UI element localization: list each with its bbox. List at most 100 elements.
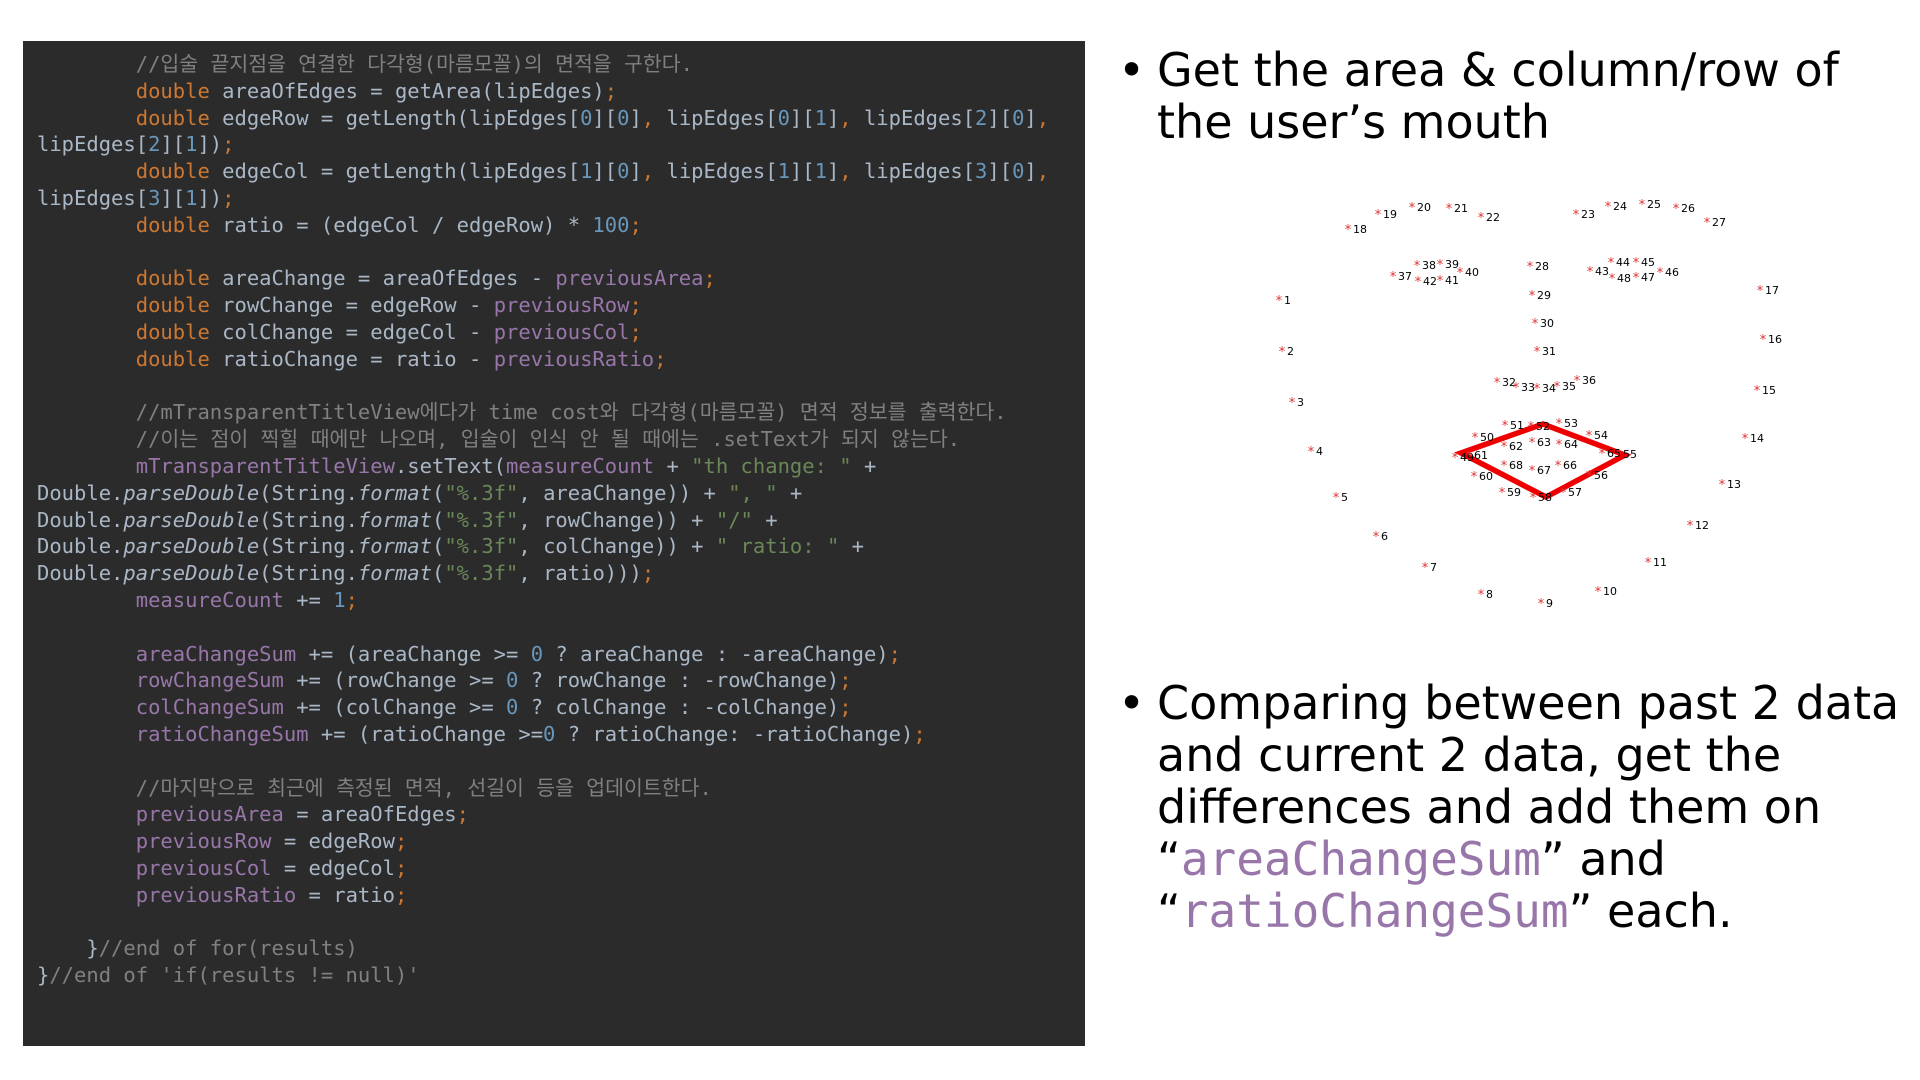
- code-token: 0: [506, 668, 519, 693]
- landmark-marker-icon: *: [1742, 432, 1749, 447]
- code-token: += (colChange >=: [283, 695, 507, 720]
- landmark-marker-icon: *: [1574, 374, 1581, 389]
- landmark-marker-icon: *: [1757, 284, 1764, 299]
- landmark-point: * 36: [1574, 374, 1596, 389]
- landmark-marker-icon: *: [1633, 271, 1640, 286]
- landmark-marker-icon: *: [1499, 486, 1506, 501]
- landmark-point: * 64: [1556, 438, 1578, 453]
- landmark-label: 2: [1287, 345, 1294, 358]
- code-line: double edgeCol = getLength(lipEdges[1][0…: [37, 159, 1049, 183]
- bullet-line: Comparing between past 2 data: [1157, 676, 1900, 730]
- landmark-label: 6: [1381, 530, 1388, 543]
- term-ratio-change-sum: ratioChangeSum: [1180, 884, 1569, 938]
- landmark-label: 27: [1712, 216, 1726, 229]
- landmark-label: 14: [1750, 432, 1764, 445]
- code-token: 3: [975, 159, 988, 184]
- landmark-label: 1: [1284, 294, 1291, 307]
- landmark-point: * 68: [1501, 459, 1523, 474]
- code-line: double ratioChange = ratio - previousRat…: [37, 346, 667, 371]
- code-token: ,: [518, 561, 531, 586]
- code-token: ;: [839, 668, 852, 693]
- code-line: //입술 끝지점을 연결한 다각형(마름모꼴)의 면적을 구한다.: [37, 52, 693, 76]
- landmark-marker-icon: *: [1279, 345, 1286, 360]
- landmark-marker-icon: *: [1494, 376, 1501, 391]
- landmark-marker-icon: *: [1556, 438, 1563, 453]
- code-token: ;: [604, 78, 618, 103]
- landmark-marker-icon: *: [1502, 419, 1509, 434]
- landmark-point: * 19: [1375, 208, 1397, 223]
- landmark-label: 28: [1535, 260, 1549, 273]
- landmark-marker-icon: *: [1333, 491, 1340, 506]
- landmark-marker-icon: *: [1608, 256, 1615, 271]
- landmark-marker-icon: *: [1639, 198, 1646, 213]
- code-token: 0: [580, 105, 593, 130]
- code-token: += (rowChange >=: [283, 668, 507, 693]
- landmark-label: 3: [1297, 396, 1304, 409]
- landmark-point: * 38: [1414, 259, 1436, 274]
- code-token: "%.3f": [444, 480, 519, 505]
- landmark-label: 18: [1353, 223, 1367, 236]
- code-line: }//end of 'if(results != null)': [37, 963, 420, 987]
- code-token: ;: [654, 346, 667, 371]
- bullet-line: differences and add them on: [1157, 780, 1822, 834]
- landmark-point: * 25: [1639, 198, 1661, 213]
- landmark-marker-icon: *: [1586, 469, 1593, 484]
- landmark-marker-icon: *: [1373, 530, 1380, 545]
- code-token: ;: [629, 319, 642, 344]
- code-token: (: [431, 561, 445, 586]
- landmark-label: 67: [1537, 464, 1551, 477]
- code-token: "th change: ": [691, 453, 852, 478]
- code-token: " ratio: ": [715, 534, 840, 559]
- landmark-point: * 46: [1657, 266, 1679, 281]
- code-token: +: [777, 480, 803, 505]
- landmark-marker-icon: *: [1645, 556, 1652, 571]
- code-token: //end of for(results): [98, 936, 358, 961]
- landmark-marker-icon: *: [1754, 384, 1761, 399]
- code-line: previousRatio = ratio;: [37, 883, 408, 907]
- open-quote: “: [1157, 884, 1181, 938]
- code-line: previousRow = edgeRow;: [37, 829, 408, 854]
- code-line: }//end of for(results): [37, 936, 358, 960]
- code-token: measureCount: [506, 453, 655, 478]
- code-token: previousRow: [135, 829, 272, 854]
- code-token: ,: [641, 159, 655, 184]
- landmark-label: 58: [1538, 491, 1552, 504]
- code-token: double: [135, 319, 210, 344]
- code-token: double: [135, 266, 210, 291]
- code-token: ][: [160, 132, 186, 157]
- landmark-marker-icon: *: [1586, 429, 1593, 444]
- landmark-point: * 2: [1279, 345, 1294, 360]
- landmark-label: 54: [1594, 429, 1608, 442]
- code-panel: //입술 끝지점을 연결한 다각형(마름모꼴)의 면적을 구한다. double…: [23, 41, 1085, 1046]
- landmark-marker-icon: *: [1390, 270, 1397, 285]
- landmark-marker-icon: *: [1276, 294, 1283, 309]
- code-token: ;: [394, 855, 408, 880]
- bullet-fragment: ” and: [1540, 832, 1666, 886]
- code-token: double: [135, 105, 210, 130]
- code-token: ][: [160, 185, 186, 210]
- code-token: previousArea: [135, 802, 284, 827]
- landmark-marker-icon: *: [1471, 470, 1478, 485]
- landmark-point: * 24: [1605, 200, 1627, 215]
- landmark-point: * 63: [1529, 436, 1551, 451]
- code-token: (String.: [259, 534, 358, 559]
- code-token: .setText(: [394, 453, 507, 478]
- landmark-point: * 26: [1673, 202, 1695, 217]
- landmark-label: 7: [1430, 561, 1437, 574]
- landmark-marker-icon: *: [1472, 431, 1479, 446]
- code-token: = areaOfEdges: [283, 802, 457, 827]
- landmark-point: * 13: [1719, 478, 1741, 493]
- landmark-point: * 52: [1528, 420, 1550, 435]
- code-line: ratioChangeSum += (ratioChange >=0 ? rat…: [37, 722, 926, 746]
- code-token: ][: [789, 105, 815, 130]
- landmark-label: 66: [1563, 459, 1577, 472]
- landmark-label: 53: [1564, 417, 1578, 430]
- code-token: format: [357, 507, 432, 532]
- code-token: format: [357, 480, 432, 505]
- landmark-point: * 29: [1529, 289, 1551, 304]
